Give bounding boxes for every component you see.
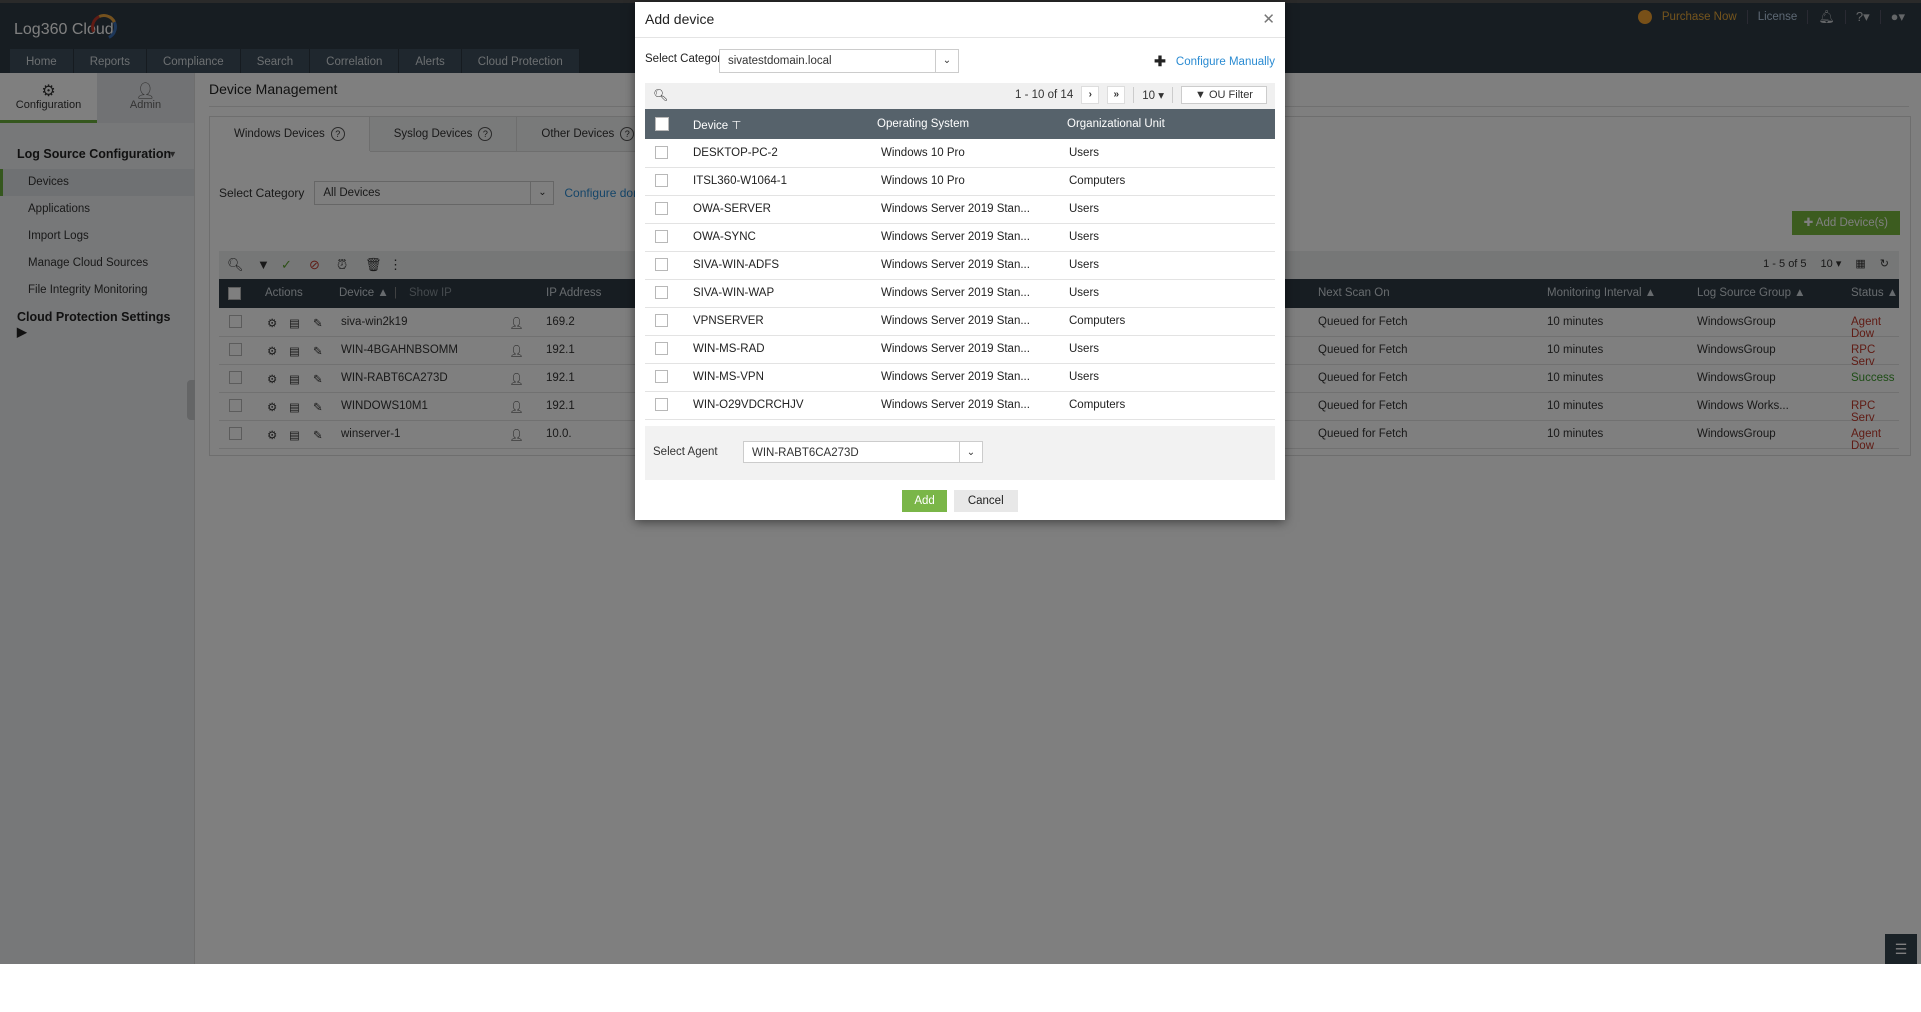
device-name: OWA-SERVER [693,203,771,215]
page-size-select[interactable]: 10 ▾ [1142,88,1164,102]
device-name: SIVA-WIN-WAP [693,287,775,299]
row-checkbox[interactable] [655,286,668,299]
button-label: OU Filter [1208,89,1253,101]
table-row[interactable]: SIVA-WIN-ADFS Windows Server 2019 Stan...… [645,251,1275,280]
organizational-unit: Computers [1069,399,1126,411]
configure-manually-link[interactable]: ✚ Configure Manually [1154,53,1275,70]
search-icon[interactable]: 🔍︎ [653,88,668,102]
table-row[interactable]: OWA-SERVER Windows Server 2019 Stan... Use… [645,195,1275,224]
operating-system: Windows Server 2019 Stan... [881,371,1030,383]
row-checkbox[interactable] [655,202,668,215]
row-checkbox[interactable] [655,146,668,159]
row-checkbox[interactable] [655,314,668,327]
operating-system: Windows 10 Pro [881,175,965,187]
operating-system: Windows Server 2019 Stan... [881,343,1030,355]
link-label: Configure Manually [1175,55,1275,68]
add-button[interactable]: Add [902,490,947,512]
divider [1133,87,1135,103]
organizational-unit: Users [1069,259,1100,271]
select-category-label: Select Category [645,53,727,65]
plus-icon: ✚ [1154,53,1166,69]
organizational-unit: Users [1069,203,1100,215]
cancel-button[interactable]: Cancel [953,490,1018,512]
select-agent-section: Select Agent WIN-RABT6CA273D ⌄ [645,426,1275,480]
device-name: ITSL360-W1064-1 [693,175,787,187]
row-checkbox[interactable] [655,342,668,355]
table-row[interactable]: OWA-SYNC Windows Server 2019 Stan... Users [645,223,1275,252]
operating-system: Windows 10 Pro [881,147,965,159]
next-page-button[interactable]: › [1081,86,1100,104]
page-size-value: 10 [1142,90,1156,102]
table-row[interactable]: WIN-MS-VPN Windows Server 2019 Stan... Use… [645,363,1275,392]
organizational-unit: Users [1069,371,1100,383]
close-icon[interactable]: ✕ [1262,10,1275,28]
operating-system: Windows Server 2019 Stan... [881,231,1030,243]
table-row[interactable]: ITSL360-W1064-1 Windows 10 Pro Computers [645,167,1275,196]
divider [635,37,1285,38]
filter-icon: ▼ [1195,89,1209,101]
add-device-modal: Add device ✕ Select Category sivatestdom… [635,2,1285,520]
column-header-device[interactable]: Device ⊤ [693,118,741,132]
operating-system: Windows Server 2019 Stan... [881,203,1030,215]
ou-filter-button[interactable]: ▼ OU Filter [1181,86,1267,104]
row-checkbox[interactable] [655,398,668,411]
operating-system: Windows Server 2019 Stan... [881,287,1030,299]
organizational-unit: Computers [1069,315,1126,327]
operating-system: Windows Server 2019 Stan... [881,259,1030,271]
modal-toolbar: 🔍︎ 1 - 10 of 14 › » 10 ▾ ▼ OU Filter [645,83,1275,109]
device-name: WIN-MS-VPN [693,371,764,383]
organizational-unit: Users [1069,147,1100,159]
category-select[interactable]: sivatestdomain.local ⌄ [719,49,959,73]
modal-title: Add device [645,11,715,27]
organizational-unit: Users [1069,287,1100,299]
table-row[interactable]: VPNSERVER Windows Server 2019 Stan... Comp… [645,307,1275,336]
organizational-unit: Computers [1069,175,1126,187]
table-row[interactable]: DESKTOP-PC-2 Windows 10 Pro Users [645,139,1275,168]
device-name: DESKTOP-PC-2 [693,147,778,159]
select-all-checkbox[interactable] [655,117,669,131]
device-name: VPNSERVER [693,315,764,327]
agent-select[interactable]: WIN-RABT6CA273D ⌄ [743,441,983,463]
organizational-unit: Users [1069,343,1100,355]
modal-table-header: Device ⊤ Operating System Organizational… [645,109,1275,139]
modal-actions: Add Cancel [635,490,1285,512]
device-name: WIN-O29VDCRCHJV [693,399,804,411]
divider [1172,87,1173,103]
last-page-button[interactable]: » [1107,86,1126,104]
device-name: WIN-MS-RAD [693,343,765,355]
operating-system: Windows Server 2019 Stan... [881,399,1030,411]
select-value: sivatestdomain.local [728,55,832,67]
select-value: WIN-RABT6CA273D [752,447,859,459]
table-row[interactable]: WIN-MS-RAD Windows Server 2019 Stan... Use… [645,335,1275,364]
app: Log360 Cloud Home Reports Compliance Sea… [0,0,1921,964]
pager-text: 1 - 10 of 14 [1015,89,1074,101]
table-row[interactable]: WIN-O29VDCRCHJV Windows Server 2019 Stan.… [645,391,1275,420]
filter-icon[interactable]: ⊤ [731,120,741,132]
chevron-down-icon: ⌄ [935,50,958,72]
select-agent-label: Select Agent [653,446,718,458]
device-name: OWA-SYNC [693,231,756,243]
column-header: Operating System [877,118,970,130]
organizational-unit: Users [1069,231,1100,243]
device-name: SIVA-WIN-ADFS [693,259,780,271]
column-header: Organizational Unit [1067,118,1165,130]
modal-pager: 1 - 10 of 14 › » 10 ▾ ▼ OU Filter [1015,86,1267,104]
row-checkbox[interactable] [655,230,668,243]
operating-system: Windows Server 2019 Stan... [881,315,1030,327]
chevron-down-icon: ⌄ [959,442,982,462]
header-label: Device [693,120,729,132]
row-checkbox[interactable] [655,258,668,271]
table-row[interactable]: SIVA-WIN-WAP Windows Server 2019 Stan... U… [645,279,1275,308]
row-checkbox[interactable] [655,174,668,187]
row-checkbox[interactable] [655,370,668,383]
